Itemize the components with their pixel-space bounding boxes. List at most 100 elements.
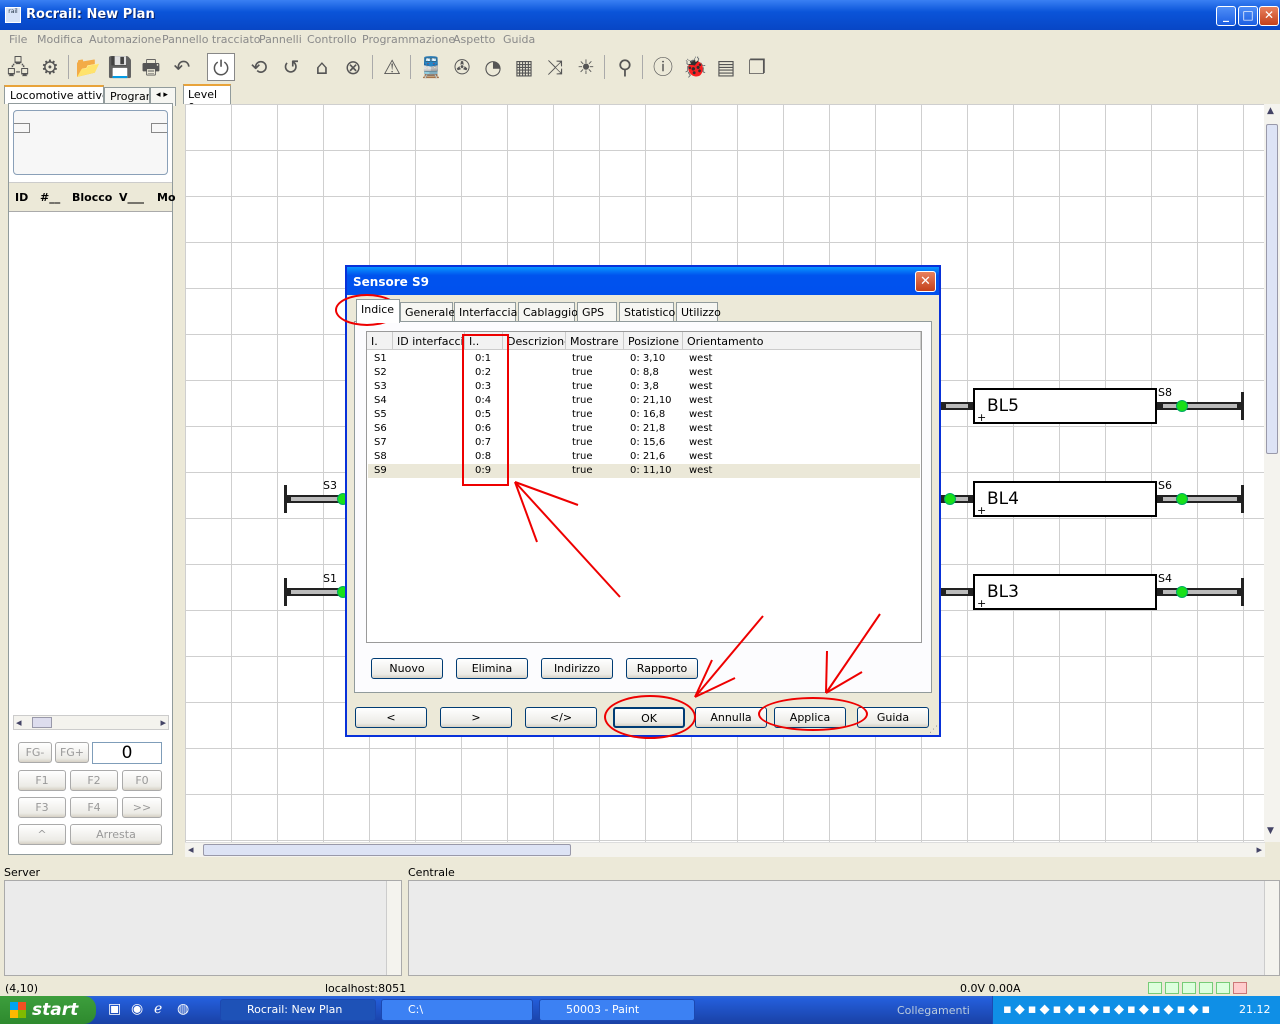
menu-aspetto[interactable]: Aspetto — [453, 33, 495, 46]
controller-icon[interactable]: ✇ — [448, 53, 476, 81]
sensor-s4-led[interactable] — [1176, 586, 1188, 598]
menu-pannello-tracciato[interactable]: Pannello tracciato — [162, 33, 260, 46]
scroll-thumb[interactable] — [203, 844, 571, 856]
media-player-icon[interactable]: ◉ — [131, 1001, 143, 1017]
sensor-s8-led[interactable] — [1176, 400, 1188, 412]
track-segment[interactable] — [1157, 402, 1243, 410]
menu-pannelli[interactable]: Pannelli — [259, 33, 302, 46]
scroll-down-icon[interactable]: ▼ — [1267, 826, 1274, 836]
f4-button[interactable]: F4 — [70, 797, 118, 818]
next-button[interactable]: > — [440, 707, 512, 728]
open-folder-icon[interactable]: 📂 — [74, 53, 102, 81]
col-interface-id[interactable]: ID interfaccia — [393, 332, 465, 350]
scroll-right-icon[interactable]: ▸ — [160, 716, 166, 729]
document-icon[interactable]: ▤ — [712, 53, 740, 81]
reset-icon[interactable]: ↺ — [277, 53, 305, 81]
central-log[interactable] — [408, 880, 1280, 976]
track-segment[interactable] — [940, 588, 974, 596]
warning-icon[interactable]: ⚠ — [378, 53, 406, 81]
f2-button[interactable]: F2 — [70, 770, 118, 791]
track-segment[interactable] — [940, 402, 974, 410]
block-bl4[interactable]: BL4 + — [973, 481, 1157, 517]
table-row[interactable]: S7 0:7 true 0: 15,6 west — [368, 436, 920, 450]
more-functions-button[interactable]: >> — [122, 797, 162, 818]
block-bl3[interactable]: BL3 + — [973, 574, 1157, 610]
col-number[interactable]: #__ — [40, 191, 60, 204]
documents-icon[interactable]: ❐ — [743, 53, 771, 81]
print-icon[interactable]: 🖶 — [137, 53, 165, 81]
table-row-selected[interactable]: S9 0:9 true 0: 11,10 west — [368, 464, 920, 478]
table-row[interactable]: S4 0:4 true 0: 21,10 west — [368, 394, 920, 408]
chrome-icon[interactable]: ◍ — [177, 1001, 189, 1017]
rapporto-button[interactable]: Rapporto — [626, 658, 698, 679]
xml-button[interactable]: </> — [525, 707, 597, 728]
col-id[interactable]: ID — [15, 191, 28, 204]
tab-indice[interactable]: Indice — [356, 299, 400, 323]
indirizzo-button[interactable]: Indirizzo — [541, 658, 613, 679]
minimize-button[interactable]: _ — [1216, 6, 1236, 26]
scroll-left-icon[interactable]: ◂ — [188, 843, 194, 856]
central-log-scrollbar[interactable] — [1264, 881, 1279, 975]
track-segment[interactable] — [1157, 588, 1243, 596]
fg-plus-button[interactable]: FG+ — [55, 742, 89, 763]
tray-icons[interactable]: ▪◆▪◆▪◆▪◆▪◆▪◆▪◆▪◆▪ — [1003, 1002, 1213, 1017]
tab-level-0[interactable]: Level 0 — [183, 84, 231, 114]
train-icon[interactable]: 🚆 — [417, 53, 445, 81]
save-icon[interactable]: 💾 — [106, 53, 134, 81]
maximize-button[interactable]: □ — [1238, 6, 1258, 26]
menu-modifica[interactable]: Modifica — [37, 33, 83, 46]
bug-icon[interactable]: 🐞 — [681, 53, 709, 81]
fg-minus-button[interactable]: FG- — [18, 742, 52, 763]
scroll-thumb[interactable] — [1266, 124, 1278, 454]
guida-button[interactable]: Guida — [857, 707, 929, 728]
undo-icon[interactable]: ↶ — [168, 53, 196, 81]
plan-horizontal-scrollbar[interactable]: ◂ ▸ — [185, 842, 1265, 857]
scroll-right-icon[interactable]: ▸ — [1256, 843, 1262, 856]
sync-icon[interactable]: ⟲ — [245, 53, 273, 81]
sensor-s6-led[interactable] — [1176, 493, 1188, 505]
elimina-button[interactable]: Elimina — [456, 658, 528, 679]
nuovo-button[interactable]: Nuovo — [371, 658, 443, 679]
col-velocita[interactable]: V___ — [119, 191, 144, 204]
menu-automazione[interactable]: Automazione — [89, 33, 161, 46]
tab-utilizzo[interactable]: Utilizzo — [676, 302, 721, 322]
task-paint[interactable]: 50003 - Paint — [539, 999, 695, 1021]
direction-button[interactable]: ^ — [18, 824, 66, 845]
home-icon[interactable]: ⌂ — [308, 53, 336, 81]
loco-horizontal-scrollbar[interactable]: ◂ ▸ — [13, 715, 169, 730]
links-toolbar[interactable]: Collegamenti — [897, 1004, 970, 1017]
col-blocco[interactable]: Blocco — [72, 191, 112, 204]
f0-button[interactable]: F0 — [122, 770, 162, 791]
col-mostrare[interactable]: Mostrare — [566, 332, 624, 350]
task-console[interactable]: C:\ — [381, 999, 533, 1021]
tab-generale[interactable]: Generale — [400, 302, 455, 322]
table-row[interactable]: S2 0:2 true 0: 8,8 west — [368, 366, 920, 380]
power-icon[interactable]: ⏻ — [207, 53, 235, 81]
table-row[interactable]: S6 0:6 true 0: 21,8 west — [368, 422, 920, 436]
f3-button[interactable]: F3 — [18, 797, 66, 818]
dialog-close-button[interactable]: ✕ — [915, 271, 936, 292]
tab-cablaggio[interactable]: Cablaggio — [518, 302, 578, 322]
table-row[interactable]: S1 0:1 true 0: 3,10 west — [368, 352, 920, 366]
task-rocrail[interactable]: Rocrail: New Plan — [220, 999, 376, 1021]
plan-vertical-scrollbar[interactable]: ▲ ▼ — [1264, 104, 1280, 842]
col-orientamento[interactable]: Orientamento — [683, 332, 921, 350]
menu-file[interactable]: File — [9, 33, 27, 46]
info-icon[interactable]: ⓘ — [649, 53, 677, 81]
annulla-button[interactable]: Annulla — [695, 707, 767, 728]
settings-icon[interactable]: ⚙ — [36, 53, 64, 81]
resize-grip-icon[interactable]: ⋰ — [929, 725, 938, 735]
previous-button[interactable]: < — [355, 707, 427, 728]
scroll-up-icon[interactable]: ▲ — [1267, 106, 1274, 116]
col-index[interactable]: I. — [367, 332, 393, 350]
search-icon[interactable]: ⚲ — [611, 53, 639, 81]
block-bl5[interactable]: BL5 + — [973, 388, 1157, 424]
tab-locomotive-attive[interactable]: Locomotive attive — [4, 85, 104, 104]
switchboard-icon[interactable]: ▦ — [510, 53, 538, 81]
col-mode[interactable]: Mo — [157, 191, 176, 204]
col-descrizione[interactable]: Descrizione — [503, 332, 566, 350]
table-row[interactable]: S3 0:3 true 0: 3,8 west — [368, 380, 920, 394]
stop-button[interactable]: Arresta — [70, 824, 162, 845]
table-row[interactable]: S5 0:5 true 0: 16,8 west — [368, 408, 920, 422]
scroll-thumb[interactable] — [32, 717, 52, 728]
